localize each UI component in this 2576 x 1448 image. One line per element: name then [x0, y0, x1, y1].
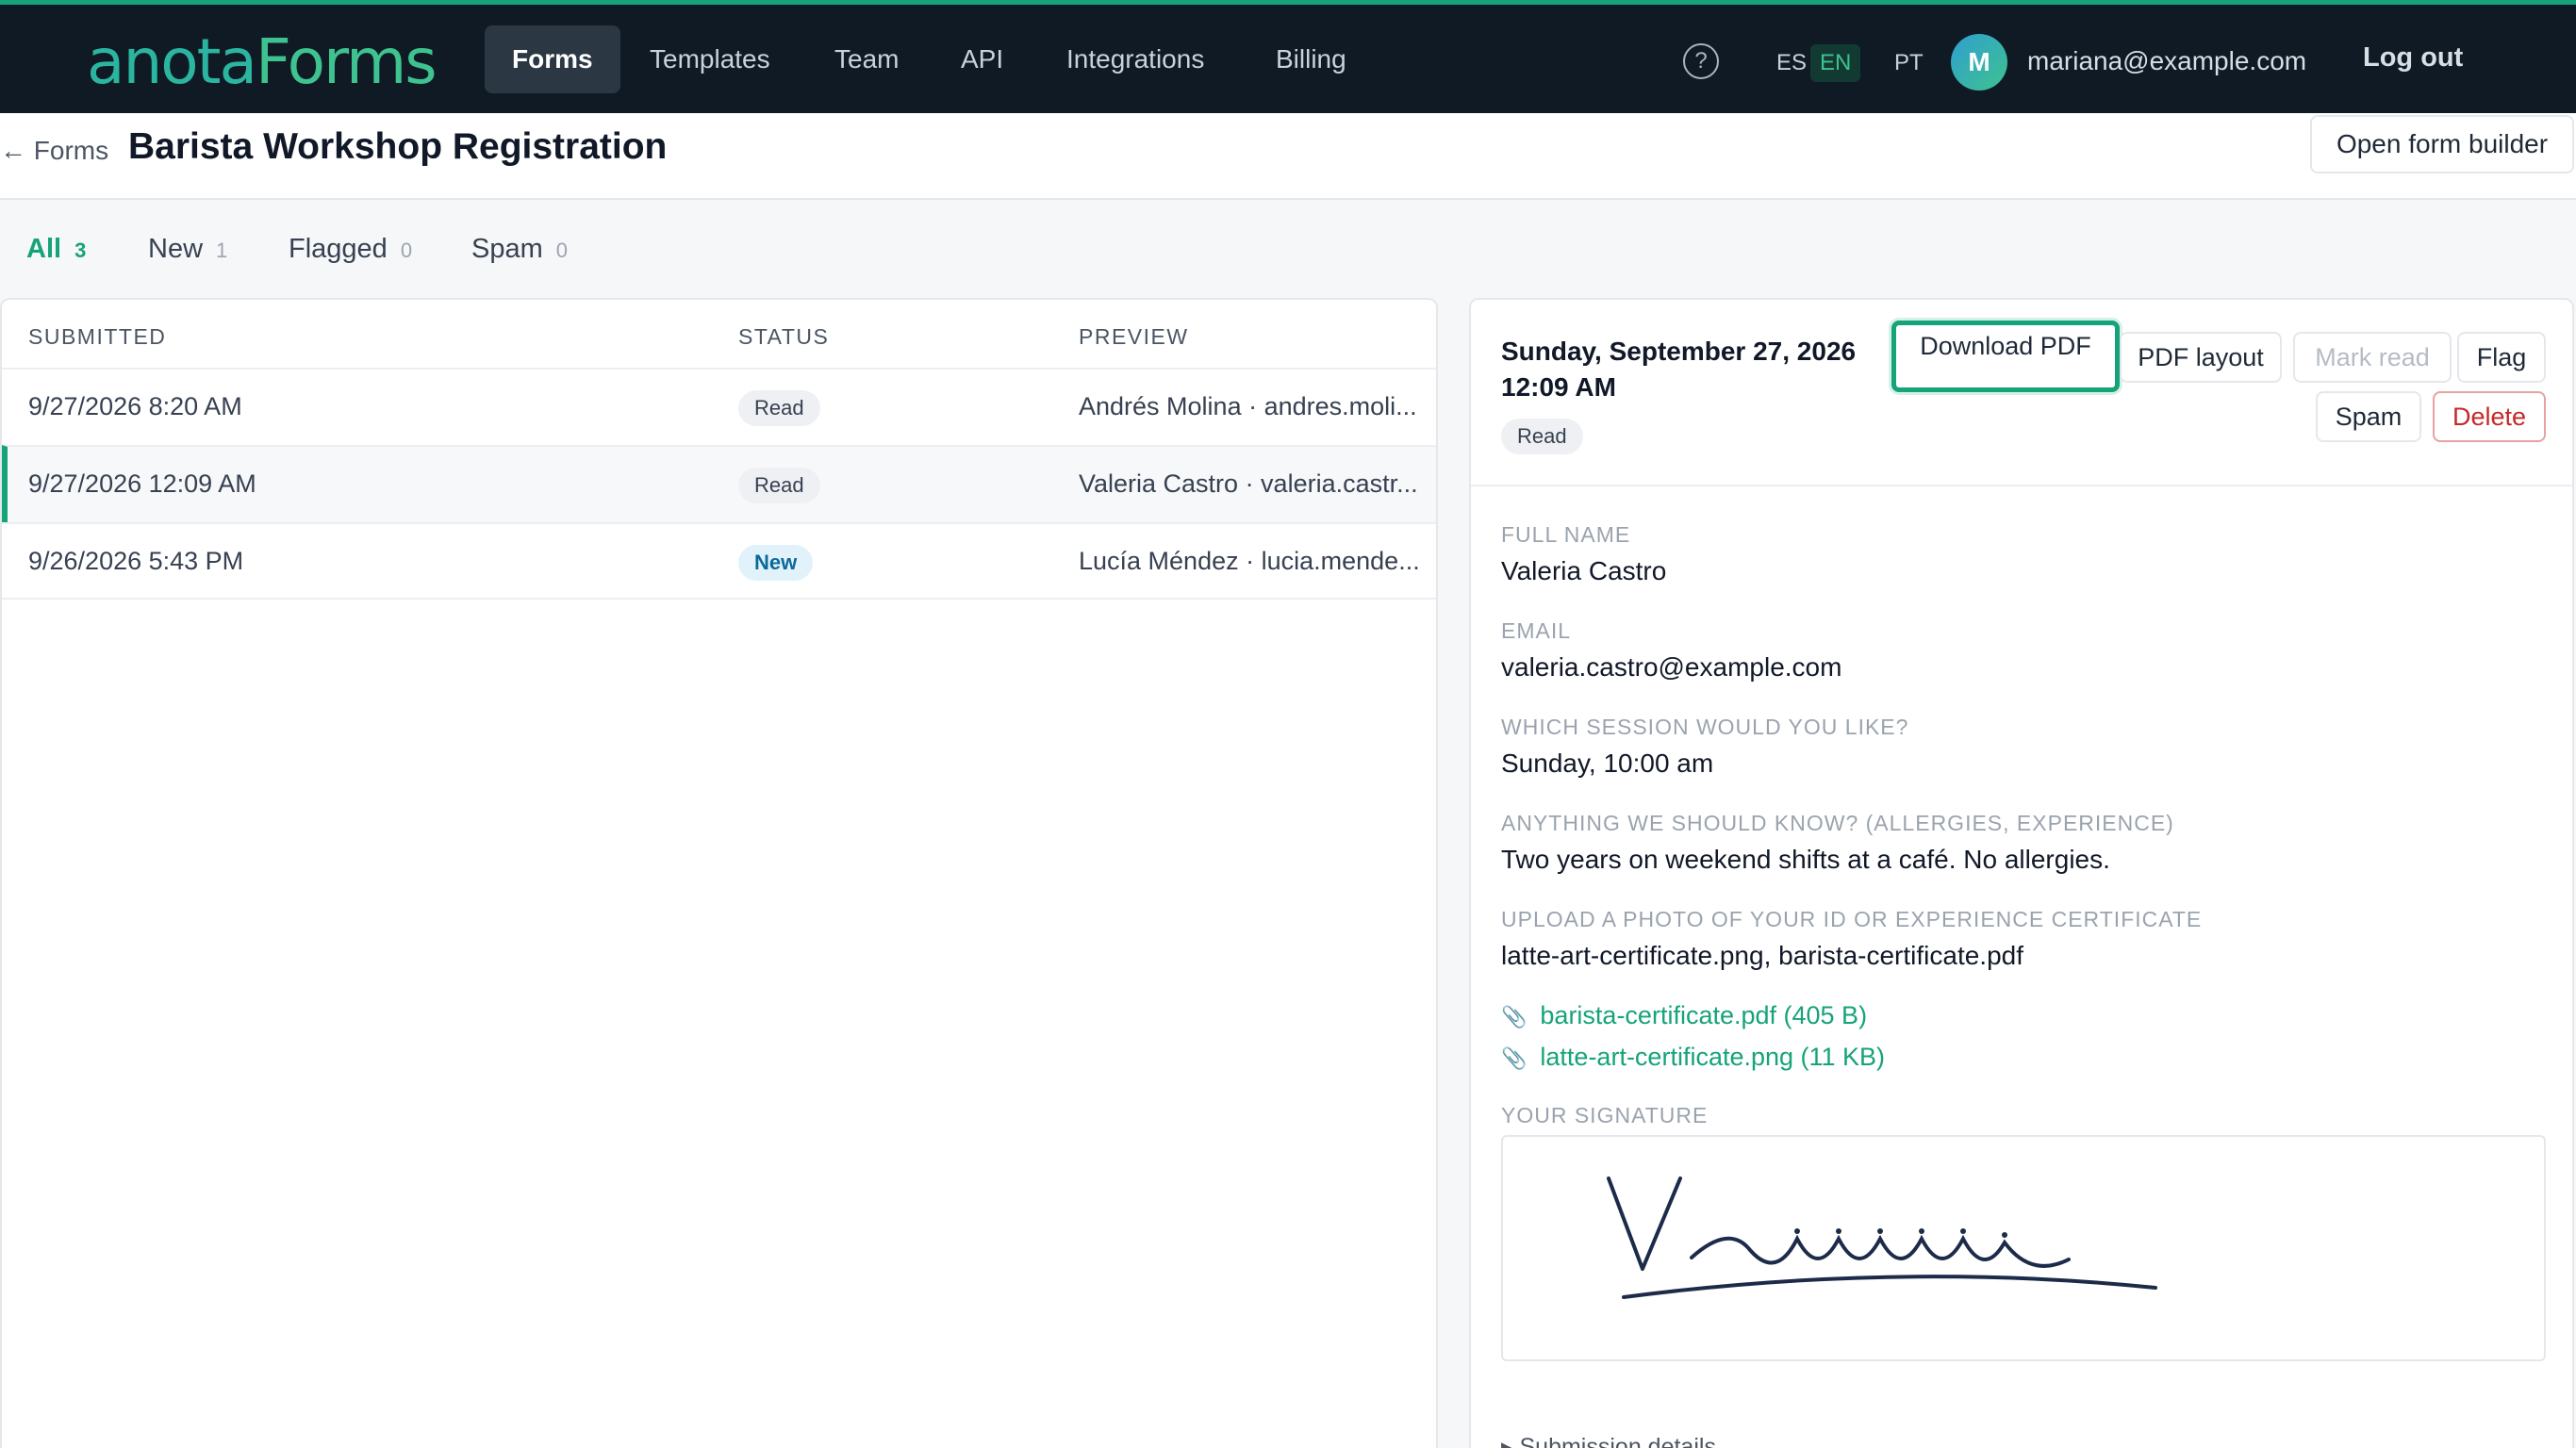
open-form-builder-button[interactable]: Open form builder — [2310, 115, 2574, 173]
submission-date: Sunday, September 27, 2026 12:09 AM — [1501, 337, 1857, 402]
pdf-layout-button[interactable]: PDF layout — [2120, 332, 2282, 383]
column-header-preview[interactable]: PREVIEW — [1079, 324, 1189, 350]
divider — [1471, 485, 2572, 486]
status-badge: Read — [738, 390, 820, 426]
field-value: latte-art-certificate.png, barista-certi… — [1501, 941, 2024, 970]
table-row[interactable]: 9/26/2026 5:43 PM New Lucía Méndez · luc… — [2, 522, 1436, 600]
filter-tab-flagged[interactable]: Flagged 0 — [289, 234, 412, 265]
download-pdf-button[interactable]: Download PDF — [1891, 321, 2120, 392]
lang-en[interactable]: EN — [1810, 44, 1861, 82]
submission-detail: Sunday, September 27, 2026 12:09 AM Read… — [1469, 298, 2574, 1448]
submission-details-toggle[interactable]: ▸ Submission details — [1501, 1433, 1716, 1448]
field-value: Sunday, 10:00 am — [1501, 749, 1714, 778]
back-to-forms-link[interactable]: ← Forms — [0, 136, 108, 166]
field-value: valeria.castro@example.com — [1501, 652, 1842, 682]
top-nav: anotaForms Forms Templates Team API Inte… — [0, 0, 2576, 113]
field-label: FULL NAME — [1501, 522, 1631, 547]
filter-count: 3 — [74, 239, 87, 262]
field-value: Valeria Castro — [1501, 556, 1667, 585]
table-row-selected[interactable]: 9/27/2026 12:09 AM Read Valeria Castro ·… — [2, 445, 1436, 522]
user-email[interactable]: mariana@example.com — [2027, 46, 2306, 76]
submitted-cell: 9/26/2026 5:43 PM — [28, 547, 244, 575]
nav-tab-team[interactable]: Team — [807, 25, 926, 93]
field-label: WHICH SESSION WOULD YOU LIKE? — [1501, 715, 1909, 739]
column-header-status[interactable]: STATUS — [738, 324, 829, 350]
submissions-table: SUBMITTED STATUS PREVIEW 9/27/2026 8:20 … — [0, 298, 1438, 1448]
filter-tab-new[interactable]: New 1 — [148, 234, 227, 265]
field-value: Two years on weekend shifts at a café. N… — [1501, 845, 2110, 874]
logo[interactable]: anotaForms — [87, 25, 438, 98]
filter-tab-all[interactable]: All 3 — [26, 234, 86, 265]
field-label: EMAIL — [1501, 618, 1572, 643]
field-label: YOUR SIGNATURE — [1501, 1103, 1709, 1127]
attachment-link[interactable]: 📎 latte-art-certificate.png (11 KB) — [1501, 1043, 1885, 1072]
field-label: ANYTHING WE SHOULD KNOW? (ALLERGIES, EXP… — [1501, 811, 2174, 835]
preview-cell: Valeria Castro · valeria.castr... — [1079, 469, 1418, 498]
signature-box — [1501, 1135, 2546, 1361]
spam-button[interactable]: Spam — [2316, 391, 2421, 442]
filter-tab-spam[interactable]: Spam 0 — [471, 234, 568, 265]
logout-button[interactable]: Log out — [2363, 42, 2463, 74]
table-row[interactable]: 9/27/2026 8:20 AM Read Andrés Molina · a… — [2, 368, 1436, 445]
nav-tab-billing[interactable]: Billing — [1248, 25, 1374, 93]
lang-pt[interactable]: PT — [1885, 44, 1933, 82]
nav-tab-forms[interactable]: Forms — [485, 25, 620, 93]
paperclip-icon: 📎 — [1501, 1046, 1527, 1070]
field-label: UPLOAD A PHOTO OF YOUR ID OR EXPERIENCE … — [1501, 907, 2203, 931]
help-icon[interactable]: ? — [1683, 43, 1719, 79]
status-badge: Read — [738, 468, 820, 503]
status-badge: Read — [1501, 419, 1583, 454]
avatar[interactable]: M — [1951, 34, 2007, 90]
submitted-cell: 9/27/2026 8:20 AM — [28, 392, 242, 420]
page-header: ← Forms Barista Workshop Registration Op… — [0, 113, 2576, 200]
filter-count: 0 — [555, 239, 569, 262]
status-badge: New — [738, 545, 814, 581]
attachment-link[interactable]: 📎 barista-certificate.pdf (405 B) — [1501, 1001, 1867, 1030]
paperclip-icon: 📎 — [1501, 1005, 1527, 1028]
nav-tab-integrations[interactable]: Integrations — [1039, 25, 1231, 93]
nav-tab-api[interactable]: API — [933, 25, 1031, 93]
nav-tab-templates[interactable]: Templates — [622, 25, 798, 93]
signature-drawing — [1607, 1176, 2157, 1299]
delete-button[interactable]: Delete — [2433, 391, 2546, 442]
submitted-cell: 9/27/2026 12:09 AM — [28, 469, 256, 498]
flag-button[interactable]: Flag — [2457, 332, 2546, 383]
mark-read-button[interactable]: Mark read — [2293, 332, 2452, 383]
column-header-submitted[interactable]: SUBMITTED — [28, 324, 166, 350]
preview-cell: Andrés Molina · andres.moli... — [1079, 392, 1417, 420]
filter-count: 1 — [216, 239, 228, 262]
filter-count: 0 — [400, 239, 413, 262]
preview-cell: Lucía Méndez · lucia.mende... — [1079, 547, 1420, 575]
page-title: Barista Workshop Registration — [128, 126, 668, 167]
lang-es[interactable]: ES — [1767, 44, 1816, 82]
